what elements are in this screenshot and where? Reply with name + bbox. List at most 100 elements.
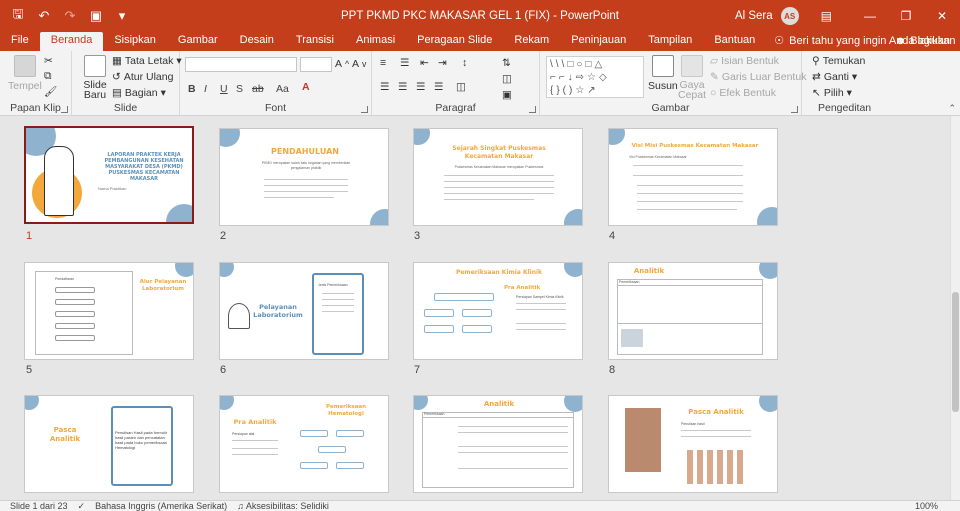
tab-file[interactable]: File	[0, 32, 40, 51]
reset-button[interactable]: ↺ Atur Ulang	[112, 71, 173, 83]
align-right-icon[interactable]: ☰	[416, 81, 425, 93]
text-line	[516, 323, 566, 324]
font-name-combo[interactable]	[185, 57, 297, 72]
accessibility-status[interactable]: Aksesibilitas: Selidiki	[246, 501, 329, 511]
columns-icon[interactable]: ◫	[456, 81, 466, 93]
section-button[interactable]: ▤ Bagian ▾	[112, 87, 166, 99]
present-icon[interactable]: ▣	[88, 8, 104, 24]
tab-sisipkan[interactable]: Sisipkan	[103, 32, 167, 51]
align-left-icon[interactable]: ☰	[380, 81, 389, 93]
drawing-launcher[interactable]	[791, 106, 798, 113]
scrollbar-thumb[interactable]	[952, 292, 959, 412]
tab-beranda[interactable]: Beranda	[39, 32, 104, 51]
slide-thumbnail-7[interactable]: Pemeriksaan Kimia Klinik Pra Analitik Pe…	[413, 262, 583, 360]
search-icon: ⚲	[812, 55, 820, 67]
align-text-icon[interactable]: ◫	[502, 73, 512, 85]
slide-thumbnail-8[interactable]: Analitik Pemeriksaan	[608, 262, 778, 360]
replace-button[interactable]: ⇄ Ganti ▾	[812, 71, 857, 83]
tab-bantuan[interactable]: Bantuan	[703, 32, 766, 51]
indent-decrease-icon[interactable]: ⇤	[420, 57, 429, 69]
slide-thumbnail-10[interactable]: Pra Analitik Persiapan alat Pemeriksaan …	[219, 395, 389, 493]
quick-styles-button[interactable]: Gaya Cepat	[678, 55, 706, 100]
bold-button[interactable]: B	[188, 83, 196, 95]
text-line	[322, 293, 354, 294]
save-icon[interactable]: 🖫	[10, 6, 26, 24]
font-launcher[interactable]	[361, 106, 368, 113]
status-bar: Slide 1 dari 23 ✓ Bahasa Inggris (Amerik…	[0, 500, 960, 511]
layout-button[interactable]: ▦ Tata Letak ▾	[112, 55, 182, 67]
italic-button[interactable]: I	[204, 83, 207, 95]
new-slide-button[interactable]: Slide Baru	[80, 55, 110, 100]
tab-peninjauan[interactable]: Peninjauan	[560, 32, 637, 51]
font-grow-icon[interactable]: A ^	[335, 58, 349, 70]
slide-thumbnail-6[interactable]: Pelayanan Laboratorium Jenis Pemeriksaan	[219, 262, 389, 360]
pen-icon: ✎	[710, 71, 719, 83]
shape-fill-button[interactable]: ▱ Isian Bentuk	[710, 55, 779, 67]
smartart-icon[interactable]: ▣	[502, 89, 512, 101]
bullets-icon[interactable]: ≡	[380, 57, 386, 69]
customize-qa-icon[interactable]: ▾	[114, 8, 130, 24]
justify-icon[interactable]: ☰	[434, 81, 443, 93]
select-button[interactable]: ↖ Pilih ▾	[812, 87, 852, 99]
slide-thumbnail-12[interactable]: Pasca Analitik Penulisan hasil	[608, 395, 778, 493]
tab-animasi[interactable]: Animasi	[345, 32, 406, 51]
decor-circle	[759, 263, 777, 279]
tab-peragaan-slide[interactable]: Peragaan Slide	[406, 32, 503, 51]
change-case-button[interactable]: Aa	[276, 83, 289, 95]
slide-thumbnail-2[interactable]: PENDAHULUAN PKMD merupakan salah satu ke…	[219, 128, 389, 226]
user-account[interactable]: Al Sera AS ▤	[735, 7, 832, 25]
tab-tampilan[interactable]: Tampilan	[637, 32, 703, 51]
slide-thumbnail-1[interactable]: LAPORAN PRAKTEK KERJA PEMBANGUNAN KESEHA…	[24, 126, 194, 224]
slide-thumbnail-11[interactable]: Analitik Pemeriksaan	[413, 395, 583, 493]
tab-transisi[interactable]: Transisi	[285, 32, 345, 51]
effects-icon: ○	[710, 87, 717, 99]
arrange-button[interactable]: Susun	[648, 55, 678, 92]
new-slide-icon	[84, 55, 106, 77]
align-center-icon[interactable]: ☰	[398, 81, 407, 93]
font-color-icon[interactable]: A	[302, 81, 310, 93]
format-painter-icon[interactable]: 🖌	[44, 85, 57, 98]
language-status[interactable]: Bahasa Inggris (Amerika Serikat)	[95, 501, 227, 511]
paste-button[interactable]: Tempel	[8, 55, 42, 92]
numbering-icon[interactable]: ☰	[400, 57, 409, 69]
strikethrough-button[interactable]: ab	[252, 83, 264, 95]
shadow-button[interactable]: S	[236, 83, 243, 95]
editing-group: ⚲ Temukan ⇄ Ganti ▾ ↖ Pilih ▾ Pengeditan ⌃	[802, 51, 960, 116]
font-label: Font	[264, 102, 286, 114]
tab-rekam[interactable]: Rekam	[503, 32, 560, 51]
find-button[interactable]: ⚲ Temukan	[812, 55, 865, 67]
font-size-combo[interactable]	[300, 57, 332, 72]
close-button[interactable]: ✕	[924, 0, 960, 32]
spellcheck-icon[interactable]: ✓	[78, 501, 86, 511]
slide-thumbnail-3[interactable]: Sejarah Singkat Puskesmas Kecamatan Maka…	[413, 128, 583, 226]
zoom-level[interactable]: 100%	[915, 501, 938, 511]
table-header: Pemeriksaan	[424, 412, 445, 416]
underline-button[interactable]: U	[220, 83, 228, 95]
slide-thumbnail-9[interactable]: Pasca Analitik Penulisan Hasil pada form…	[24, 395, 194, 493]
text-direction-icon[interactable]: ⇅	[502, 57, 511, 69]
slide-thumbnail-4[interactable]: Visi Misi Puskesmas Kecamatan Makasar Vi…	[608, 128, 778, 226]
indent-increase-icon[interactable]: ⇥	[438, 57, 447, 69]
restore-button[interactable]: ❐	[888, 0, 924, 32]
undo-icon[interactable]: ↶	[36, 8, 52, 24]
redo-icon[interactable]: ↷	[62, 8, 78, 24]
line-spacing-icon[interactable]: ↕	[462, 57, 467, 69]
shape-effects-button[interactable]: ○ Efek Bentuk	[710, 87, 776, 99]
tab-desain[interactable]: Desain	[229, 32, 285, 51]
minimize-button[interactable]: —	[852, 0, 888, 32]
ribbon-display-icon[interactable]: ▤	[821, 9, 832, 23]
shape-outline-button[interactable]: ✎ Garis Luar Bentuk	[710, 71, 806, 83]
avatar[interactable]: AS	[780, 7, 799, 25]
vertical-scrollbar[interactable]	[950, 116, 960, 500]
paragraph-launcher[interactable]	[529, 106, 536, 113]
cut-icon[interactable]: ✂	[44, 55, 53, 67]
shapes-gallery[interactable]: \\\□○□△ ⌐⌐↓⇨☆◇ {}()☆↗	[546, 56, 644, 98]
font-shrink-icon[interactable]: Av	[352, 58, 366, 70]
clipboard-launcher[interactable]	[61, 106, 68, 113]
collapse-ribbon-icon[interactable]: ⌃	[948, 103, 956, 114]
copy-icon[interactable]: ⧉	[44, 70, 52, 83]
tab-gambar[interactable]: Gambar	[167, 32, 229, 51]
share-button[interactable]: ☻ Bagikan	[895, 32, 950, 51]
slide-thumbnail-5[interactable]: Pendaftaran Alur Pelayanan Laboratorium	[24, 262, 194, 360]
window-controls: — ❐ ✕	[852, 0, 960, 32]
